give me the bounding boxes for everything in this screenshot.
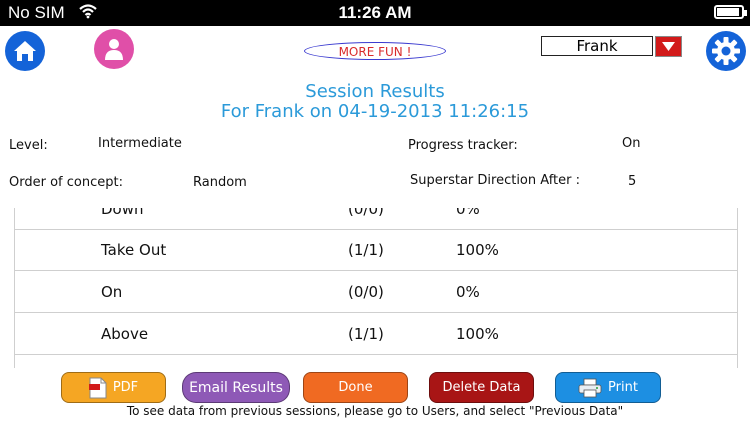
order-of-concept-label: Order of concept: <box>9 175 123 190</box>
gear-icon <box>712 37 740 65</box>
concept-cell: Above <box>101 325 149 343</box>
superstar-direction-value: 5 <box>628 174 637 189</box>
done-button-label: Done <box>338 380 373 395</box>
superstar-direction-label: Superstar Direction After : <box>410 173 580 188</box>
concept-cell: Down <box>101 208 144 218</box>
more-fun-label: MORE FUN ! <box>338 45 412 59</box>
table-row: Down (0/0) 0% <box>15 208 737 230</box>
print-button[interactable]: Print <box>555 372 661 403</box>
chevron-down-icon <box>662 42 675 51</box>
percent-cell: 100% <box>456 325 499 343</box>
email-results-label: Email Results <box>189 379 283 396</box>
print-button-label: Print <box>608 380 638 395</box>
concept-cell: Take Out <box>101 241 167 259</box>
home-button[interactable] <box>5 31 45 71</box>
done-button[interactable]: Done <box>303 372 408 403</box>
user-select[interactable]: Frank <box>541 36 653 56</box>
selected-user-label: Frank <box>576 37 618 55</box>
more-fun-button[interactable]: MORE FUN ! <box>304 42 446 60</box>
delete-data-button[interactable]: Delete Data <box>429 372 534 403</box>
status-bar: No SIM 11:26 AM <box>0 0 750 26</box>
score-cell: (0/0) <box>348 283 384 301</box>
user-button[interactable] <box>94 29 134 69</box>
battery-icon <box>714 5 747 19</box>
order-of-concept-value: Random <box>193 175 247 190</box>
table-row: On (0/0) 0% <box>15 271 737 313</box>
percent-cell: 0% <box>456 283 480 301</box>
pdf-file-icon <box>88 377 107 398</box>
level-label: Level: <box>9 138 48 153</box>
page-title: Session Results <box>305 81 445 102</box>
results-table[interactable]: Down (0/0) 0% Take Out (1/1) 100% On (0/… <box>14 208 738 368</box>
page-subtitle: For Frank on 04-19-2013 11:26:15 <box>220 101 530 122</box>
pdf-button-label: PDF <box>112 380 139 395</box>
concept-cell: On <box>101 283 123 301</box>
table-row: Above (1/1) 100% <box>15 313 737 355</box>
home-icon <box>14 41 36 61</box>
user-icon <box>105 39 123 60</box>
app-screen: MORE FUN ! Frank Session Results For Fra… <box>0 26 750 422</box>
table-row: Take Out (1/1) 100% <box>15 229 737 271</box>
user-dropdown-button[interactable] <box>655 36 682 57</box>
percent-cell: 0% <box>456 208 480 218</box>
settings-button[interactable] <box>706 31 746 71</box>
delete-data-label: Delete Data <box>442 380 521 395</box>
progress-tracker-value: On <box>622 136 641 151</box>
score-cell: (1/1) <box>348 241 384 259</box>
level-value: Intermediate <box>98 136 182 151</box>
progress-tracker-label: Progress tracker: <box>408 138 518 153</box>
percent-cell: 100% <box>456 241 499 259</box>
clock: 11:26 AM <box>338 3 412 22</box>
printer-icon <box>578 378 602 397</box>
footer-note: To see data from previous sessions, plea… <box>126 404 624 418</box>
email-results-button[interactable]: Email Results <box>182 372 290 403</box>
pdf-button[interactable]: PDF <box>61 372 166 403</box>
score-cell: (1/1) <box>348 325 384 343</box>
score-cell: (0/0) <box>348 208 384 218</box>
